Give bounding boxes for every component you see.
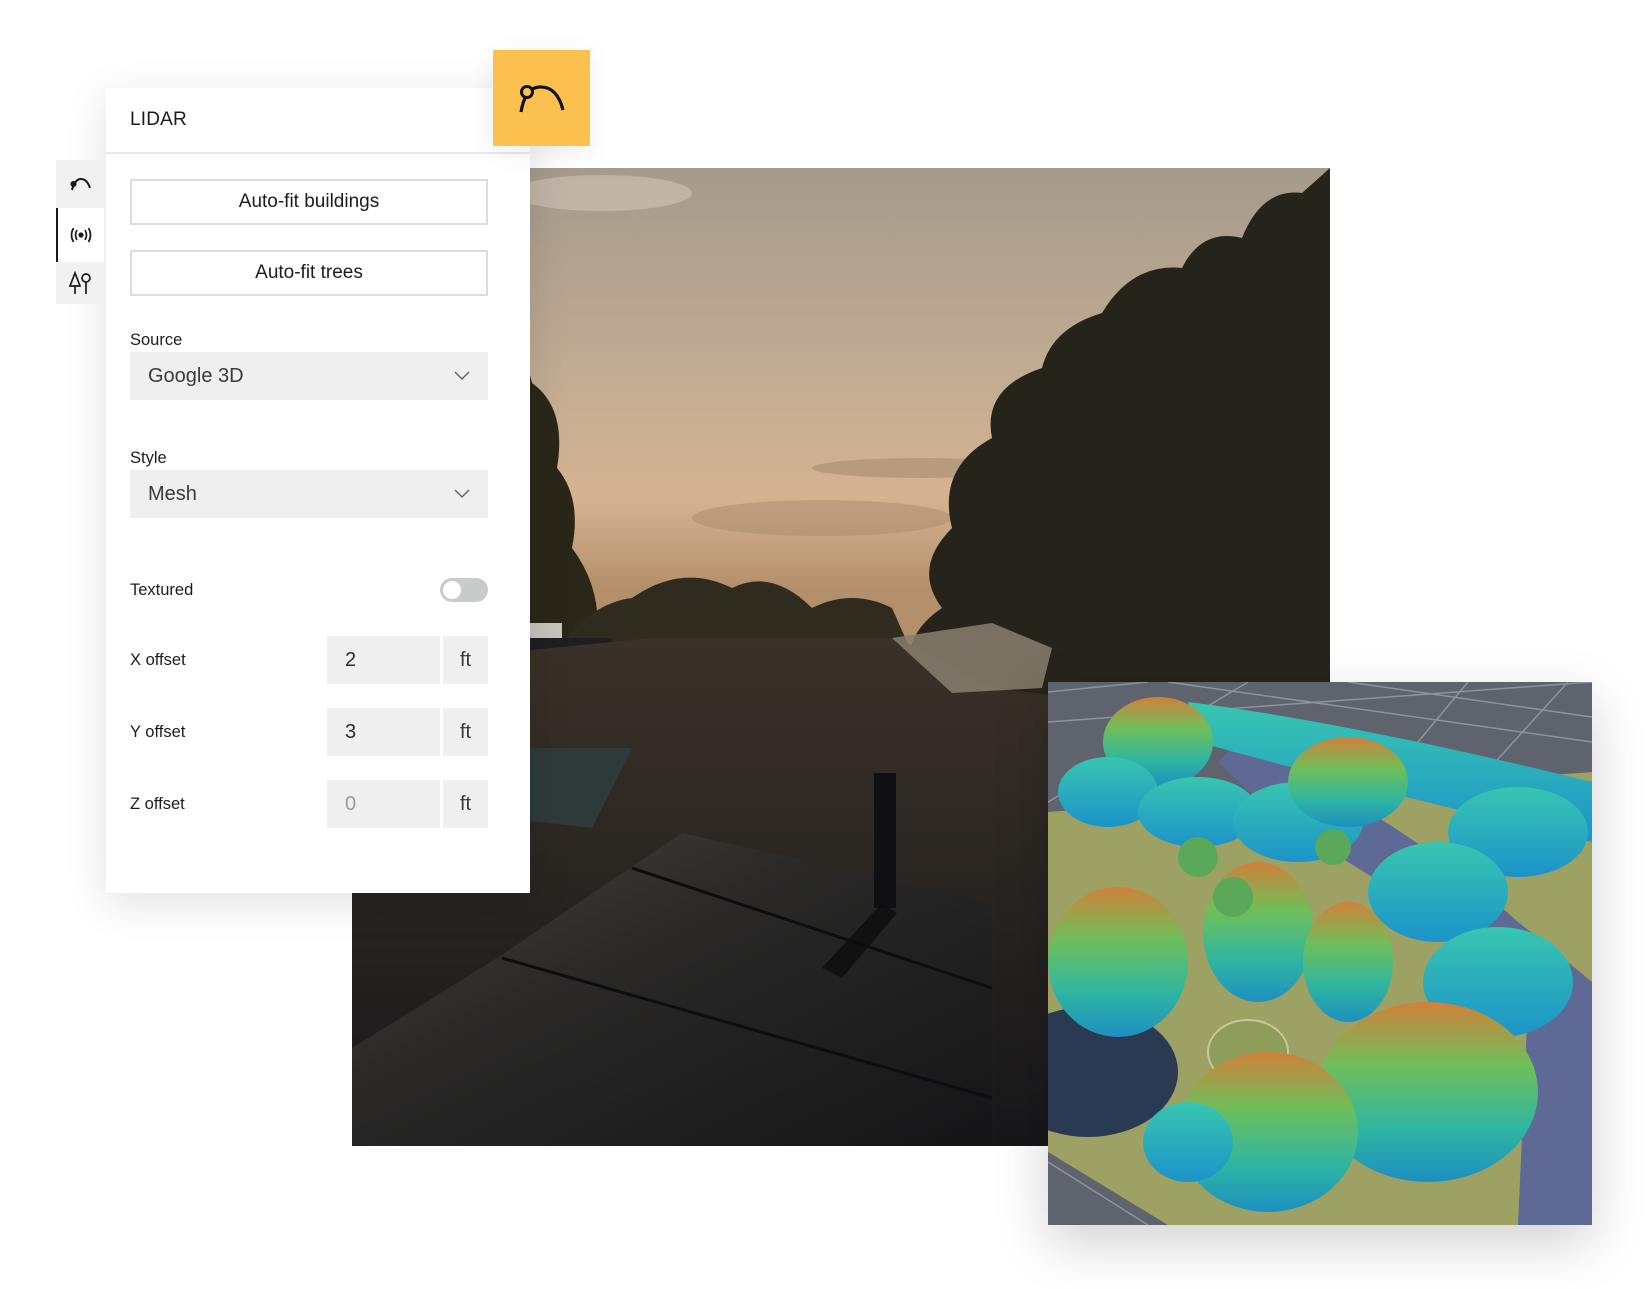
cloud: [512, 175, 692, 211]
vent-pipe: [874, 773, 896, 908]
tab-lidar[interactable]: [56, 208, 104, 262]
panel-title: LIDAR: [130, 109, 187, 130]
arc-tool-button[interactable]: [493, 50, 590, 146]
source-value: Google 3D: [148, 364, 244, 387]
chevron-down-icon: [454, 371, 470, 381]
textured-label: Textured: [130, 581, 194, 599]
auto-fit-trees-button[interactable]: Auto-fit trees: [130, 250, 488, 296]
y-offset-label: Y offset: [130, 723, 186, 741]
x-offset-label: X offset: [130, 651, 186, 669]
textured-toggle[interactable]: [440, 578, 488, 602]
x-offset-unit: ft: [443, 636, 488, 684]
panel-tab-strip: [56, 160, 104, 304]
source-select[interactable]: Google 3D: [130, 352, 488, 400]
y-offset-input[interactable]: [327, 708, 440, 756]
x-offset-input[interactable]: [327, 636, 440, 684]
z-offset-label: Z offset: [130, 795, 185, 813]
tree-icon: [68, 270, 91, 294]
y-offset-unit: ft: [443, 708, 488, 756]
tab-trees[interactable]: [56, 262, 104, 304]
lidar-panel: LIDAR Auto-fit buildings Auto-fit trees …: [106, 88, 530, 893]
panel-header: LIDAR: [106, 88, 530, 154]
arc-tool-icon: [518, 85, 565, 113]
arc-icon: [70, 177, 91, 191]
style-label: Style: [130, 449, 167, 467]
style-select[interactable]: Mesh: [130, 470, 488, 518]
tab-roof[interactable]: [56, 160, 104, 208]
broadcast-icon: [70, 227, 92, 243]
chevron-down-icon: [454, 489, 470, 499]
lidar-render: [1048, 682, 1592, 1225]
cloud: [692, 500, 952, 536]
auto-fit-buildings-button[interactable]: Auto-fit buildings: [130, 179, 488, 225]
source-label: Source: [130, 331, 183, 349]
z-offset-input[interactable]: [327, 780, 440, 828]
z-offset-unit: ft: [443, 780, 488, 828]
style-value: Mesh: [148, 482, 197, 505]
toggle-knob: [443, 581, 461, 599]
